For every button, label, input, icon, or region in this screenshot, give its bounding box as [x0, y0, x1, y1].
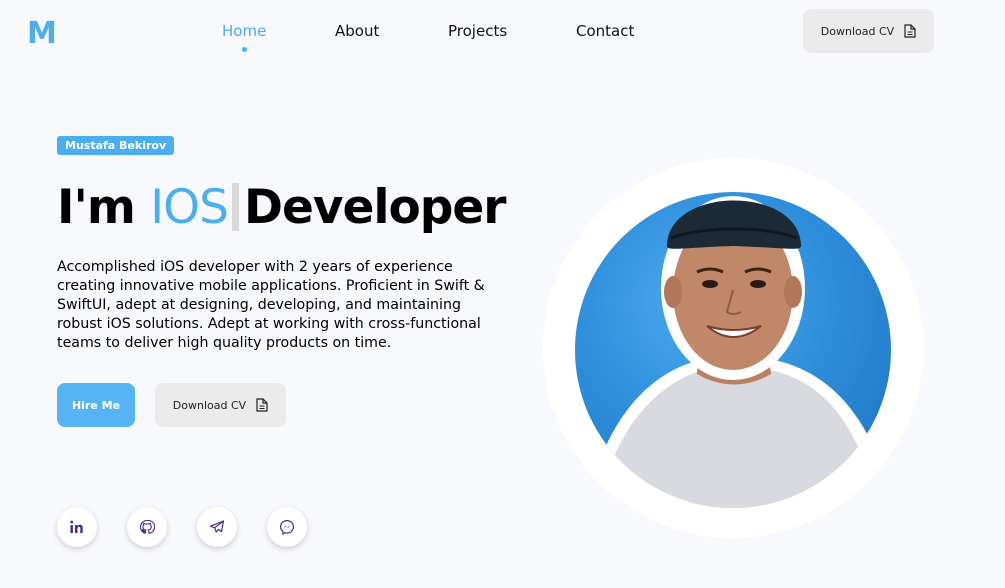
profile-person-illustration — [585, 196, 891, 508]
linkedin-button[interactable] — [57, 507, 97, 547]
active-indicator-dot — [241, 47, 247, 52]
nav-home-label: Home — [222, 22, 267, 40]
headline-accent: IOS — [150, 180, 229, 235]
bio-text: Accomplished iOS developer with 2 years … — [57, 259, 485, 351]
headline-suffix: Developer — [243, 180, 507, 235]
profile-photo — [575, 192, 891, 508]
download-cv-label: Download CV — [172, 398, 247, 412]
header-download-cv-button[interactable]: Download CV — [803, 9, 934, 53]
github-icon — [139, 519, 155, 534]
name-badge: Mustafa Bekirov — [57, 136, 175, 155]
nav-home[interactable]: Home — [222, 22, 267, 52]
messenger-button[interactable] — [267, 507, 307, 547]
document-icon — [904, 24, 916, 38]
messenger-icon — [279, 519, 295, 535]
linkedin-icon — [70, 520, 83, 533]
telegram-icon — [209, 520, 225, 533]
github-button[interactable] — [127, 507, 167, 547]
nav-contact[interactable]: Contact — [576, 22, 634, 40]
nav-projects[interactable]: Projects — [448, 22, 507, 40]
nav-about[interactable]: About — [335, 22, 379, 40]
download-cv-button[interactable]: Download CV — [155, 383, 286, 427]
page-title: I'm IOS Developer — [57, 178, 507, 238]
document-icon — [256, 398, 268, 412]
header-download-cv-label: Download CV — [820, 24, 895, 38]
telegram-button[interactable] — [197, 507, 237, 547]
headline-prefix: I'm — [57, 180, 136, 235]
typing-cursor — [231, 183, 239, 231]
hire-me-button[interactable]: Hire Me — [57, 383, 135, 427]
